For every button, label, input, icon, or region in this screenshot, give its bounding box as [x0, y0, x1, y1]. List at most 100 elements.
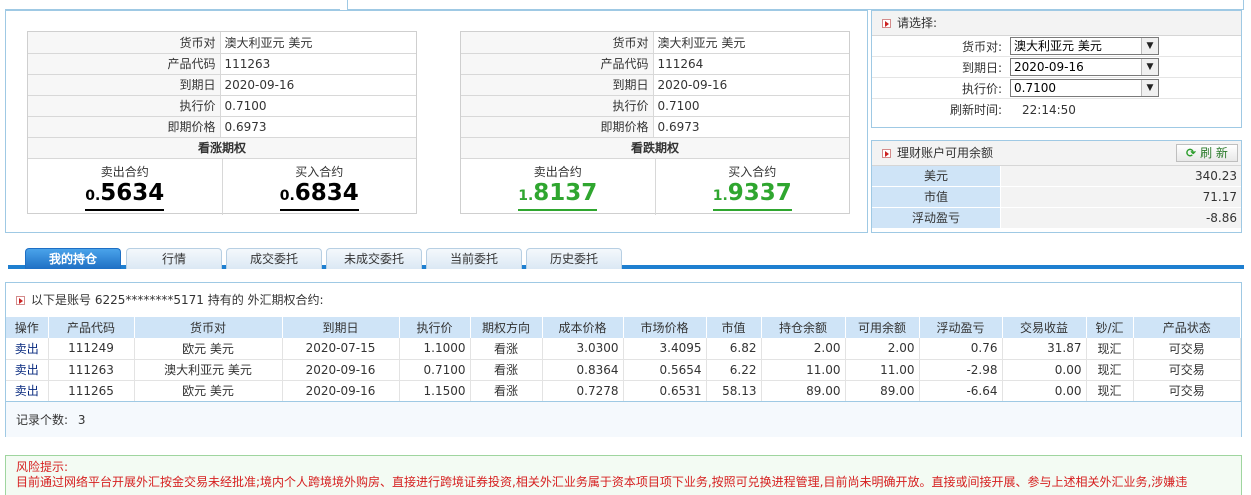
table-cell: 3.4095 [623, 338, 707, 360]
buy-price-dec: 9337 [727, 179, 792, 206]
chevron-down-icon[interactable]: ▼ [1141, 80, 1158, 96]
arrow-right-icon [882, 149, 891, 158]
top-strip [0, 0, 1251, 10]
table-cell: 111249 [48, 338, 135, 360]
column-header: 货币对 [134, 317, 283, 338]
tab-current-orders[interactable]: 当前委托 [426, 248, 522, 269]
balance-row: 市值 71.17 [872, 187, 1241, 208]
buy-contract-label: 买入合约 [295, 164, 344, 179]
column-header: 到期日 [282, 317, 400, 338]
table-cell: 现汇 [1086, 380, 1134, 402]
balance-value: -8.86 [1001, 208, 1241, 228]
arrow-right-icon [16, 296, 25, 305]
buy-price-dec: 6834 [294, 179, 359, 206]
chevron-down-icon[interactable]: ▼ [1141, 59, 1158, 75]
balance-title: 理财账户可用余额 [897, 146, 994, 160]
balance-label: 浮动盈亏 [872, 208, 1001, 228]
column-header: 钞/汇 [1086, 317, 1134, 338]
risk-notice: 风险提示: 目前通过网络平台开展外汇按金交易未经批准;境内个人跨境境外购房、直接… [5, 455, 1242, 495]
column-header: 市值 [706, 317, 762, 338]
put-quote-card: 货币对 澳大利亚元 美元 产品代码 111264 到期日 2020-09-16 执行价… [460, 31, 850, 215]
table-cell: 可交易 [1133, 338, 1241, 360]
sell-price[interactable]: 1.8137 [518, 179, 598, 211]
table-cell: 31.87 [1002, 338, 1087, 360]
table-cell: 0.5654 [623, 359, 707, 381]
buy-contract-cell[interactable]: 买入合约 0.6834 [221, 158, 417, 215]
table-cell: 现汇 [1086, 338, 1134, 360]
column-header: 浮动盈亏 [919, 317, 1003, 338]
sell-action-link[interactable]: 卖出 [6, 380, 49, 402]
table-cell: 欧元 美元 [134, 338, 283, 360]
pair-select[interactable]: 澳大利亚元 美元 ▼ [1010, 37, 1159, 55]
table-cell: 11.00 [761, 359, 846, 381]
pair-label: 货币对 [461, 32, 654, 54]
column-header: 市场价格 [623, 317, 707, 338]
chevron-down-icon[interactable]: ▼ [1141, 38, 1158, 54]
sell-action-link[interactable]: 卖出 [6, 359, 49, 381]
tab-filled-orders[interactable]: 成交委托 [226, 248, 322, 269]
strike-value: 0.7100 [653, 95, 849, 117]
strike-label: 执行价 [28, 95, 221, 117]
table-cell: 2020-07-15 [282, 338, 400, 360]
refresh-button[interactable]: ⟳ 刷 新 [1176, 144, 1238, 162]
table-row: 卖出 111265 欧元 美元 2020-09-16 1.1500 看涨 0.7… [6, 380, 1241, 402]
holdings-panel: 以下是账号 6225********5171 持有的 外汇期权合约: 操作 产品… [5, 282, 1242, 437]
pair-label: 货币对 [28, 32, 221, 54]
column-header: 持仓余额 [761, 317, 846, 338]
buy-price[interactable]: 1.9337 [712, 179, 792, 211]
sell-price-dec: 8137 [533, 179, 598, 206]
buy-contract-cell[interactable]: 买入合约 1.9337 [654, 158, 850, 215]
code-label: 产品代码 [461, 53, 654, 75]
balance-label: 美元 [872, 166, 1001, 186]
tab-my-positions[interactable]: 我的持仓 [25, 248, 121, 269]
sell-action-link[interactable]: 卖出 [6, 338, 49, 360]
refresh-button-label: 刷 新 [1200, 146, 1228, 160]
table-row: 卖出 111249 欧元 美元 2020-07-15 1.1000 看涨 3.0… [6, 338, 1241, 360]
table-cell: 欧元 美元 [134, 380, 283, 402]
table-cell: 6.82 [706, 338, 762, 360]
strike-select-row: 执行价: 0.7100 ▼ [872, 78, 1241, 99]
sell-contract-cell[interactable]: 卖出合约 0.5634 [28, 159, 222, 215]
table-cell: 0.7100 [399, 359, 471, 381]
sell-price-dec: 5634 [100, 179, 165, 206]
table-cell: 111263 [48, 359, 135, 381]
tab-unfilled-orders[interactable]: 未成交委托 [326, 248, 422, 269]
tab-market[interactable]: 行情 [126, 248, 222, 269]
quote-area: 货币对 澳大利亚元 美元 产品代码 111263 到期日 2020-09-16 执行价… [5, 10, 868, 233]
record-count: 记录个数: 3 [6, 401, 1241, 437]
balance-value: 340.23 [1001, 166, 1241, 186]
expiry-select[interactable]: 2020-09-16 ▼ [1010, 58, 1159, 76]
table-cell: 看涨 [470, 380, 543, 402]
table-cell: 0.8364 [542, 359, 624, 381]
refresh-time-value: 22:14:50 [1022, 102, 1076, 117]
pair-select-value: 澳大利亚元 美元 [1014, 39, 1102, 53]
table-cell: 3.0300 [542, 338, 624, 360]
sell-contract-label: 卖出合约 [100, 164, 149, 179]
sell-price-int: 1. [518, 187, 534, 204]
selector-panel: 请选择: 货币对: 澳大利亚元 美元 ▼ 到期日: 2020-09-16 ▼ 执行价… [871, 10, 1242, 128]
table-cell: 2.00 [845, 338, 920, 360]
buy-price[interactable]: 0.6834 [279, 179, 359, 211]
expiry-label: 到期日 [28, 74, 221, 96]
strike-label: 执行价 [461, 95, 654, 117]
top-strip-right [347, 0, 1244, 10]
strike-select[interactable]: 0.7100 ▼ [1010, 79, 1159, 97]
table-cell: 2020-09-16 [282, 380, 400, 402]
sell-contract-cell[interactable]: 卖出合约 1.8137 [461, 159, 655, 215]
buy-contract-label: 买入合约 [728, 164, 777, 179]
balance-row: 美元 340.23 [872, 166, 1241, 187]
risk-body: 目前通过网络平台开展外汇按金交易未经批准;境内个人跨境境外购房、直接进行跨境证券… [16, 475, 1188, 489]
expiry-select-value: 2020-09-16 [1014, 60, 1084, 74]
pair-select-label: 货币对: [961, 39, 1002, 54]
sell-price[interactable]: 0.5634 [85, 179, 165, 211]
table-cell: 58.13 [706, 380, 762, 402]
column-header: 操作 [6, 317, 49, 338]
put-quote-info: 货币对 澳大利亚元 美元 产品代码 111264 到期日 2020-09-16 执行价… [461, 32, 849, 138]
holdings-header: 以下是账号 6225********5171 持有的 外汇期权合约: [6, 283, 1241, 317]
top-strip-left [5, 0, 340, 10]
table-cell: 2.00 [761, 338, 846, 360]
spot-value: 0.6973 [653, 116, 849, 138]
pair-value: 澳大利亚元 美元 [220, 32, 416, 54]
tab-history-orders[interactable]: 历史委托 [526, 248, 622, 269]
table-cell: 1.1000 [399, 338, 471, 360]
